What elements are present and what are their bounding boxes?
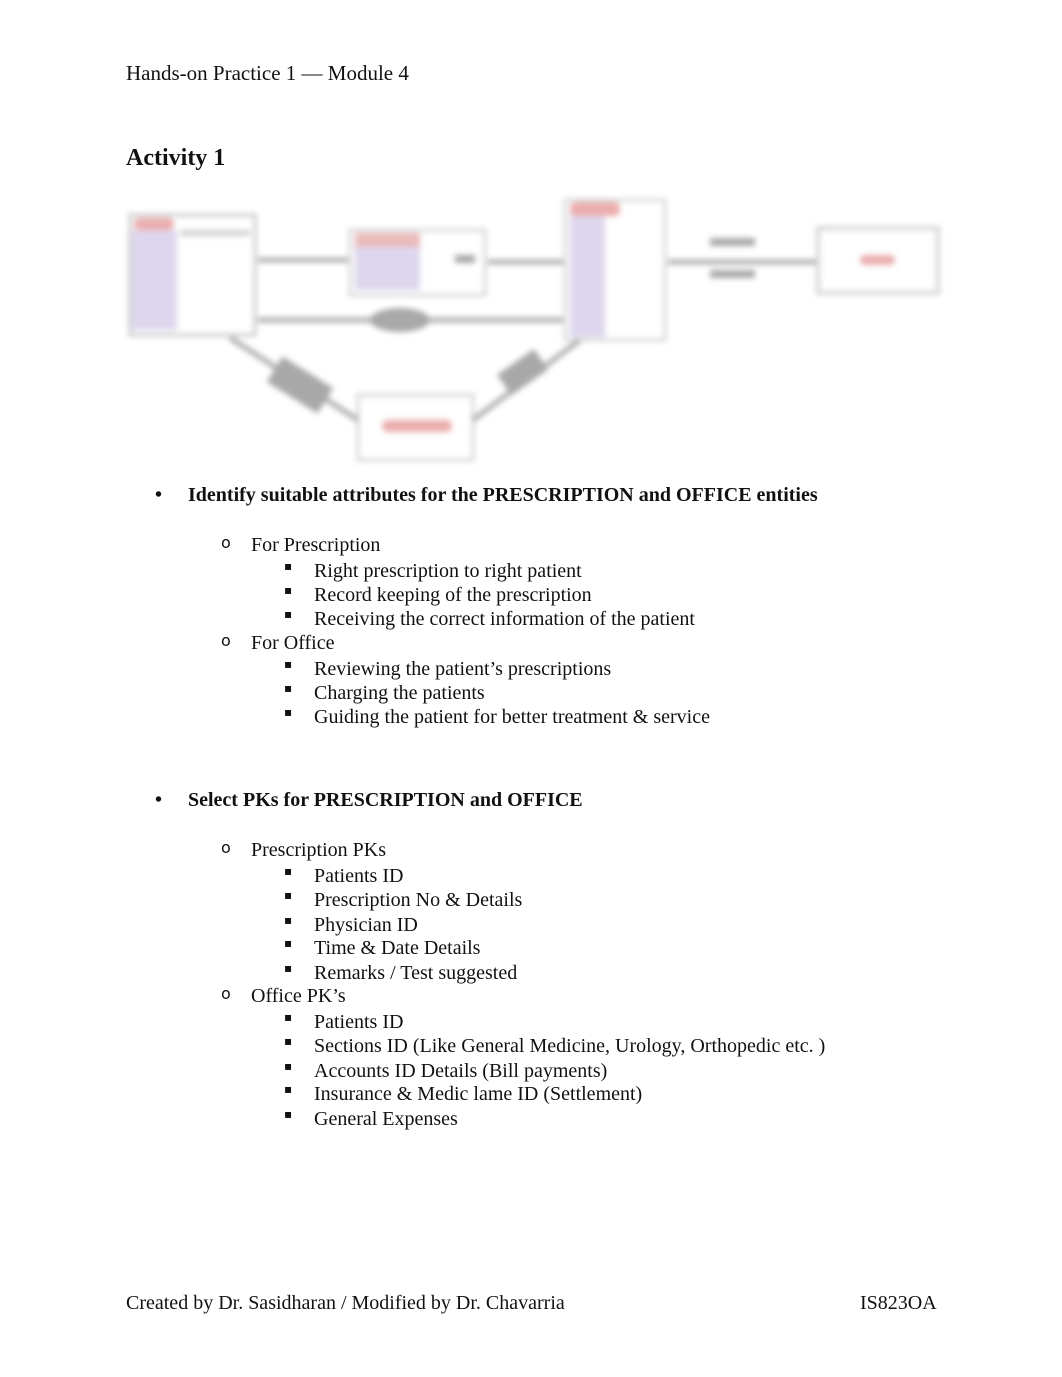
list-item: ▪ Remarks / Test suggested <box>284 961 518 985</box>
list-item-text: Physician ID <box>314 914 418 936</box>
list-item-text: Record keeping of the prescription <box>314 584 592 606</box>
page-header: Hands-on Practice 1 — Module 4 <box>126 61 409 85</box>
circle-bullet-icon: o <box>221 631 231 650</box>
group-label: o Office PK’s <box>221 984 346 1008</box>
diagram-entity-right <box>563 198 667 342</box>
square-bullet-icon: ▪ <box>284 583 293 597</box>
list-item: ▪ Reviewing the patient’s prescriptions <box>284 657 612 681</box>
bullet-icon: • <box>155 789 163 811</box>
list-item-text: Sections ID (Like General Medicine, Urol… <box>314 1035 826 1057</box>
list-item-text: Patients ID <box>314 865 404 887</box>
list-item: ▪ Right prescription to right patient <box>284 559 582 583</box>
list-item: ▪ Time & Date Details <box>284 936 481 960</box>
list-item-text: Prescription No & Details <box>314 889 523 911</box>
list-item: ▪ Sections ID (Like General Medicine, Ur… <box>284 1034 826 1058</box>
section-heading-text: Select PKs for PRESCRIPTION and OFFICE <box>188 789 583 811</box>
square-bullet-icon: ▪ <box>284 1082 293 1096</box>
footer-credits: Created by Dr. Sasidharan / Modified by … <box>126 1292 565 1314</box>
list-item: ▪ Physician ID <box>284 913 418 937</box>
list-item: ▪ General Expenses <box>284 1107 458 1131</box>
list-item-text: Reviewing the patient’s prescriptions <box>314 658 612 680</box>
list-item-text: Charging the patients <box>314 682 485 704</box>
list-item: ▪ Insurance & Medic lame ID (Settlement) <box>284 1082 643 1106</box>
list-item: ▪ Receiving the correct information of t… <box>284 607 695 631</box>
square-bullet-icon: ▪ <box>284 961 293 975</box>
list-item: ▪ Accounts ID Details (Bill payments) <box>284 1059 608 1083</box>
list-item-text: Insurance & Medic lame ID (Settlement) <box>314 1083 643 1105</box>
group-label: o Prescription PKs <box>221 838 386 862</box>
diagram-entity-far-right <box>816 226 940 295</box>
list-item-text: Remarks / Test suggested <box>314 962 518 984</box>
square-bullet-icon: ▪ <box>284 559 293 573</box>
list-item: ▪ Guiding the patient for better treatme… <box>284 705 710 729</box>
square-bullet-icon: ▪ <box>284 913 293 927</box>
square-bullet-icon: ▪ <box>284 681 293 695</box>
group-label-text: Office PK’s <box>251 985 346 1007</box>
er-diagram <box>120 190 950 470</box>
list-item: ▪ Record keeping of the prescription <box>284 583 592 607</box>
square-bullet-icon: ▪ <box>284 1010 293 1024</box>
bullet-icon: • <box>155 484 163 506</box>
circle-bullet-icon: o <box>221 984 231 1003</box>
footer-course-code: IS823OA <box>860 1292 937 1314</box>
group-label-text: For Office <box>251 632 335 654</box>
list-item-text: Right prescription to right patient <box>314 560 582 582</box>
list-item: ▪ Patients ID <box>284 864 404 888</box>
square-bullet-icon: ▪ <box>284 607 293 621</box>
group-label: o For Prescription <box>221 533 381 557</box>
group-label: o For Office <box>221 631 335 655</box>
circle-bullet-icon: o <box>221 533 231 552</box>
activity-title: Activity 1 <box>126 145 226 171</box>
section-heading: • Select PKs for PRESCRIPTION and OFFICE <box>155 788 583 812</box>
group-label-text: Prescription PKs <box>251 839 386 861</box>
square-bullet-icon: ▪ <box>284 888 293 902</box>
square-bullet-icon: ▪ <box>284 657 293 671</box>
list-item: ▪ Charging the patients <box>284 681 485 705</box>
square-bullet-icon: ▪ <box>284 1107 293 1121</box>
list-item: ▪ Patients ID <box>284 1010 404 1034</box>
list-item-text: Receiving the correct information of the… <box>314 608 695 630</box>
section-heading-text: Identify suitable attributes for the PRE… <box>188 484 818 506</box>
list-item-text: General Expenses <box>314 1108 458 1130</box>
diagram-entity-bottom <box>356 393 475 462</box>
square-bullet-icon: ▪ <box>284 1034 293 1048</box>
list-item: ▪ Prescription No & Details <box>284 888 523 912</box>
section-heading: • Identify suitable attributes for the P… <box>155 483 818 507</box>
square-bullet-icon: ▪ <box>284 936 293 950</box>
list-item-text: Accounts ID Details (Bill payments) <box>314 1060 608 1082</box>
square-bullet-icon: ▪ <box>284 1059 293 1073</box>
square-bullet-icon: ▪ <box>284 705 293 719</box>
square-bullet-icon: ▪ <box>284 864 293 878</box>
group-label-text: For Prescription <box>251 534 381 556</box>
list-item-text: Guiding the patient for better treatment… <box>314 706 710 728</box>
list-item-text: Time & Date Details <box>314 937 481 959</box>
diagram-entity-left <box>128 213 257 337</box>
list-item-text: Patients ID <box>314 1011 404 1033</box>
circle-bullet-icon: o <box>221 838 231 857</box>
